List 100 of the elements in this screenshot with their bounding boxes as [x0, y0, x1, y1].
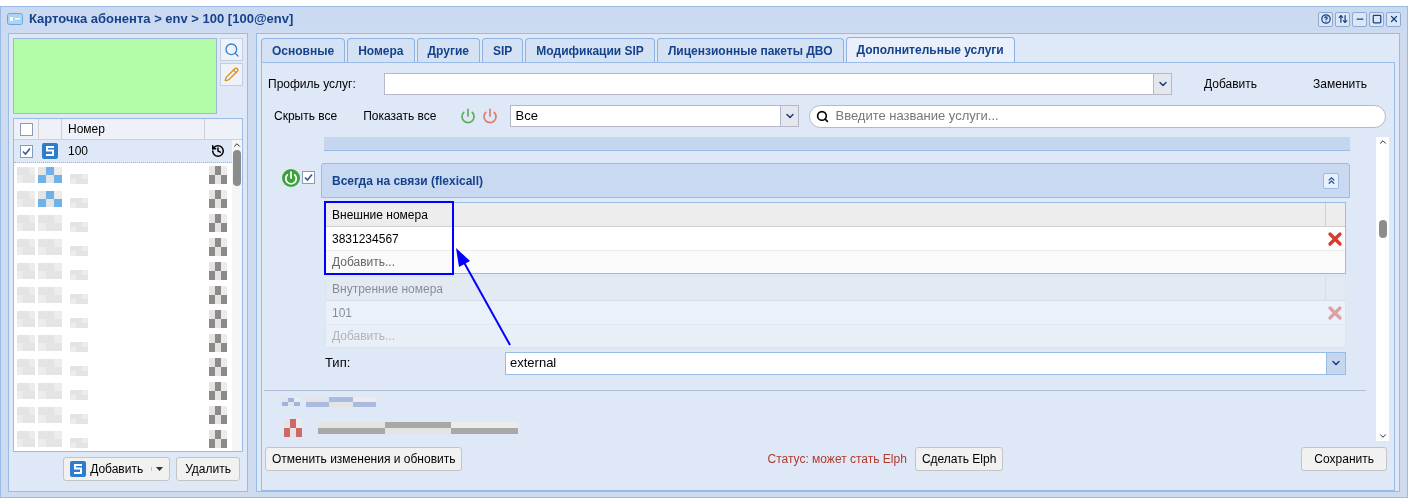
blurred-cell [209, 310, 227, 328]
blurred-cell [70, 342, 88, 352]
checkbox[interactable] [19, 122, 33, 136]
blurred-cell [17, 335, 35, 351]
tab[interactable]: SIP [482, 38, 524, 62]
blurred-cell [284, 419, 302, 437]
blurred-cell [70, 366, 88, 376]
number-row[interactable]: 100 [14, 140, 232, 163]
blurred-cell [70, 270, 88, 280]
replace-button[interactable]: Заменить [1307, 75, 1373, 93]
blurred-cell [17, 359, 35, 375]
hide-all-button[interactable]: Скрыть все [268, 107, 344, 125]
search-input[interactable]: Введите название услуги... [835, 106, 1379, 126]
restore-button[interactable] [1335, 11, 1350, 27]
blurred-cell [209, 430, 227, 448]
search-button[interactable] [220, 38, 243, 61]
blurred-cell [17, 311, 35, 327]
blurred-cell [38, 287, 62, 303]
blurred-cell [17, 431, 35, 447]
make-elph-button[interactable]: Сделать Elph [914, 447, 1004, 471]
scroll-down-icon[interactable] [1377, 431, 1388, 441]
blurred-cell [209, 262, 227, 280]
cancel-button[interactable]: Отменить изменения и обновить [265, 447, 463, 471]
number-cell-text: 100 [67, 143, 90, 160]
power-on-icon[interactable] [282, 169, 300, 187]
number-cell-text: 3831234567 [331, 230, 400, 248]
tab[interactable]: Дополнительные услуги [845, 37, 1015, 62]
tab[interactable]: Основные [261, 38, 346, 62]
blurred-cell [70, 390, 88, 400]
search-icon [816, 109, 830, 123]
blurred-cell [38, 431, 62, 447]
maximize-button[interactable] [1369, 11, 1384, 27]
caret-icon [156, 467, 164, 471]
blurred-cell [17, 167, 35, 183]
card-icon [7, 13, 23, 25]
save-button[interactable]: Сохранить [1301, 447, 1387, 471]
blurred-cell [209, 214, 227, 232]
blurred-cell [17, 239, 35, 255]
blurred-cell [209, 358, 227, 376]
minimize-button[interactable] [1352, 11, 1367, 27]
blurred-cell [17, 287, 35, 303]
blurred-cell [209, 382, 227, 400]
blurred-cell [38, 167, 62, 183]
tab[interactable]: Модификации SIP [525, 38, 655, 62]
up-down-arrows-icon [1337, 14, 1348, 24]
close-icon [1388, 14, 1399, 24]
tab[interactable]: Другие [416, 38, 480, 62]
help-button[interactable] [1318, 11, 1333, 27]
service-title: Всегда на связи (flexicall) [332, 172, 484, 190]
collapse-button[interactable] [1323, 172, 1339, 189]
search-field[interactable]: Введите название услуги... [809, 104, 1386, 128]
blurred-cell [70, 318, 88, 328]
add-hint[interactable]: Добавить... [326, 253, 402, 271]
blurred-cell [38, 191, 62, 207]
scrollbar-thumb[interactable] [1378, 220, 1387, 238]
checkbox[interactable] [19, 144, 33, 158]
number-cell-text: 101 [331, 304, 354, 322]
s-icon [70, 461, 87, 477]
tab[interactable]: Лицензионные пакеты ДВО [656, 38, 844, 62]
blurred-cell [38, 311, 62, 327]
scroll-up-icon[interactable] [232, 140, 242, 150]
scrollbar[interactable] [232, 140, 242, 451]
type-label: Тип: [325, 354, 352, 373]
blurred-cell [306, 397, 376, 407]
power-off-icon[interactable] [482, 108, 499, 124]
blurred-cell [70, 438, 88, 448]
scrollbar[interactable] [1376, 137, 1389, 441]
blurred-cell [38, 215, 62, 231]
blurred-cell [209, 286, 227, 304]
tab[interactable]: Номера [347, 38, 415, 62]
close-button[interactable] [1386, 11, 1401, 27]
delete-button[interactable]: Удалить [176, 457, 240, 481]
filter-select[interactable]: Все [510, 105, 800, 127]
blurred-cell [70, 246, 88, 256]
scroll-up-icon[interactable] [1377, 137, 1388, 147]
blurred-cell [38, 383, 62, 399]
power-on-icon[interactable] [460, 108, 477, 124]
edit-button[interactable] [220, 63, 243, 86]
blurred-cell [70, 222, 88, 232]
blurred-cell [209, 334, 227, 352]
blurred-cell [70, 414, 88, 424]
add-button[interactable]: Добавить [63, 457, 171, 481]
blurred-cell [38, 263, 62, 279]
blurred-cell [38, 359, 62, 375]
blurred-cell [17, 263, 35, 279]
status-text: Статус: может стать Elph [767, 451, 907, 468]
blurred-cell [209, 166, 227, 184]
maximize-icon [1371, 14, 1382, 24]
blurred-cell [70, 174, 88, 184]
blurred-cell [38, 239, 62, 255]
blurred-cell [17, 383, 35, 399]
show-all-button[interactable]: Показать все [357, 107, 443, 125]
type-select[interactable]: external [505, 351, 1346, 375]
s-icon [42, 143, 58, 159]
history-icon [211, 144, 225, 158]
checkbox[interactable] [302, 171, 315, 184]
scrollbar-thumb[interactable] [233, 150, 241, 186]
add-button[interactable]: Добавить [1198, 75, 1264, 93]
blurred-cell [282, 398, 300, 406]
blurred-cell [70, 294, 88, 304]
